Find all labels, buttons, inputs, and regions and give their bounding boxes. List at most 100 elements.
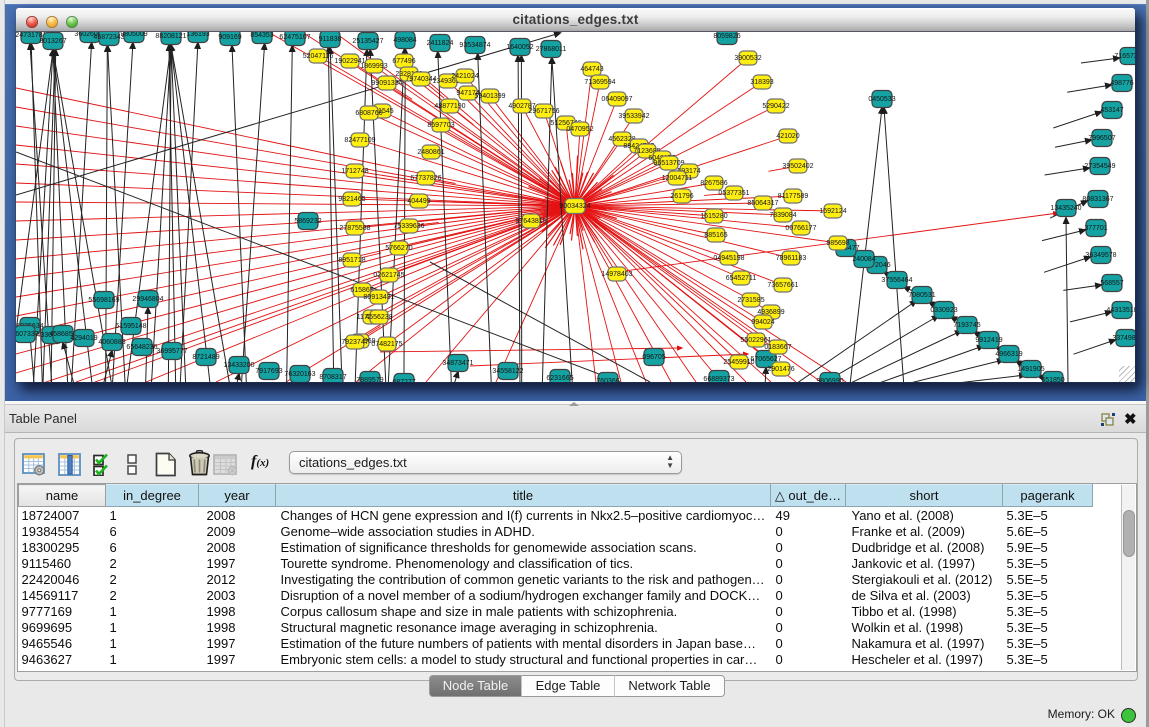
svg-text:4556238: 4556238 — [365, 314, 392, 321]
svg-text:97643815: 97643815 — [515, 218, 546, 225]
svg-text:27868011: 27868011 — [536, 46, 567, 53]
svg-text:885165: 885165 — [704, 232, 727, 239]
svg-text:8951718: 8951718 — [338, 257, 365, 264]
svg-text:5766270: 5766270 — [385, 245, 412, 252]
svg-text:65452711: 65452711 — [726, 275, 757, 282]
svg-text:854353: 854353 — [250, 32, 273, 39]
svg-text:0470952: 0470952 — [566, 126, 593, 133]
svg-text:59401399: 59401399 — [474, 93, 505, 100]
svg-text:421020: 421020 — [776, 133, 799, 140]
svg-text:687277: 687277 — [392, 379, 415, 382]
svg-text:62475107: 62475107 — [279, 34, 310, 41]
svg-text:66889373: 66889373 — [703, 376, 734, 382]
svg-text:3900532: 3900532 — [734, 55, 761, 62]
svg-text:7889579: 7889579 — [356, 377, 383, 382]
svg-text:7917693: 7917693 — [255, 368, 282, 375]
svg-text:29946804: 29946804 — [132, 296, 163, 303]
svg-text:14978403: 14978403 — [601, 271, 632, 278]
svg-text:6231665: 6231665 — [546, 375, 573, 382]
svg-text:88208121: 88208121 — [155, 33, 186, 40]
svg-text:78961183: 78961183 — [776, 255, 807, 262]
svg-text:1712748: 1712748 — [341, 168, 368, 175]
svg-text:8597703: 8597703 — [427, 122, 454, 129]
svg-text:25135427: 25135427 — [352, 38, 383, 45]
svg-text:71369594: 71369594 — [584, 79, 615, 86]
svg-text:1607337: 1607337 — [16, 331, 39, 338]
svg-text:8721489: 8721489 — [192, 354, 219, 361]
svg-text:06409097: 06409097 — [601, 96, 632, 103]
svg-text:0450533: 0450533 — [868, 96, 895, 103]
svg-text:2731585: 2731585 — [737, 297, 764, 304]
svg-text:48877190: 48877190 — [434, 103, 465, 110]
svg-text:261796: 261796 — [670, 193, 693, 200]
svg-text:55022961: 55022961 — [740, 337, 771, 344]
svg-text:12004711: 12004711 — [662, 175, 693, 182]
svg-text:73657661: 73657661 — [767, 282, 798, 289]
svg-text:5869232: 5869232 — [294, 218, 321, 225]
svg-text:65648236: 65648236 — [126, 344, 157, 351]
svg-text:2480861: 2480861 — [417, 149, 444, 156]
svg-text:85064317: 85064317 — [747, 200, 778, 207]
svg-text:453147: 453147 — [1100, 107, 1123, 114]
svg-text:498776: 498776 — [1110, 80, 1133, 87]
svg-text:464743: 464743 — [580, 66, 603, 73]
svg-text:71657262: 71657262 — [1114, 53, 1135, 60]
svg-text:93534874: 93534874 — [459, 42, 490, 49]
svg-text:7923747: 7923747 — [341, 339, 368, 346]
svg-text:909169: 909169 — [218, 34, 241, 41]
svg-text:05377351: 05377351 — [718, 190, 749, 197]
svg-text:2421024: 2421024 — [451, 73, 478, 80]
svg-text:39533942: 39533942 — [618, 113, 649, 120]
svg-text:096705: 096705 — [642, 354, 665, 361]
svg-text:760366: 760366 — [596, 378, 619, 382]
svg-text:27354549: 27354549 — [1084, 163, 1115, 170]
svg-text:04945198: 04945198 — [713, 255, 744, 262]
svg-text:27875588: 27875588 — [339, 225, 370, 232]
svg-text:377701: 377701 — [1084, 225, 1107, 232]
svg-text:1592124: 1592124 — [819, 208, 846, 215]
svg-text:8013267: 8013267 — [39, 38, 66, 45]
svg-text:7996507: 7996507 — [1088, 135, 1115, 142]
svg-text:37556464: 37556464 — [881, 277, 912, 284]
svg-text:4294019: 4294019 — [70, 335, 97, 342]
svg-text:9806990: 9806990 — [816, 378, 843, 382]
svg-text:29671756: 29671756 — [528, 108, 559, 115]
svg-text:1491905: 1491905 — [1017, 366, 1044, 373]
svg-text:25459910: 25459910 — [723, 359, 754, 366]
svg-text:9805009: 9805009 — [120, 32, 147, 38]
svg-text:9912419: 9912419 — [975, 337, 1002, 344]
svg-text:80913431: 80913431 — [363, 294, 394, 301]
svg-text:0330923: 0330923 — [930, 307, 957, 314]
svg-text:9821465: 9821465 — [338, 196, 365, 203]
svg-text:81177589: 81177589 — [778, 193, 809, 200]
svg-text:36349578: 36349578 — [1085, 252, 1116, 259]
svg-text:07482175: 07482175 — [371, 341, 402, 348]
svg-text:0183667: 0183667 — [764, 344, 791, 351]
svg-text:404499: 404499 — [407, 198, 430, 205]
svg-text:651850: 651850 — [1041, 377, 1064, 382]
svg-text:094024: 094024 — [751, 319, 774, 326]
svg-text:4060883: 4060883 — [98, 339, 125, 346]
svg-text:80831367: 80831367 — [1082, 196, 1113, 203]
svg-text:568557: 568557 — [1100, 280, 1123, 287]
svg-text:13433200: 13433200 — [223, 362, 254, 369]
svg-text:76320163: 76320163 — [284, 371, 315, 378]
svg-text:6808760: 6808760 — [355, 110, 382, 117]
svg-text:02621745: 02621745 — [373, 272, 404, 279]
svg-text:82477109: 82477109 — [344, 137, 375, 144]
svg-text:5290422: 5290422 — [762, 103, 789, 110]
svg-text:4966319: 4966319 — [995, 351, 1022, 358]
svg-text:67737826: 67737826 — [410, 175, 441, 182]
svg-text:36995777: 36995777 — [156, 348, 187, 355]
svg-text:34873471: 34873471 — [442, 360, 473, 367]
svg-text:75339636: 75339636 — [393, 223, 424, 230]
svg-text:240084: 240084 — [852, 256, 875, 263]
svg-text:911838: 911838 — [319, 36, 342, 43]
svg-text:1869993: 1869993 — [360, 63, 387, 70]
svg-text:34558122: 34558122 — [492, 368, 523, 375]
svg-text:00766177: 00766177 — [785, 225, 816, 232]
svg-text:61595148: 61595148 — [115, 323, 146, 330]
svg-text:99091334: 99091334 — [371, 80, 402, 87]
svg-text:7193745: 7193745 — [953, 322, 980, 329]
svg-text:498084: 498084 — [393, 37, 416, 44]
